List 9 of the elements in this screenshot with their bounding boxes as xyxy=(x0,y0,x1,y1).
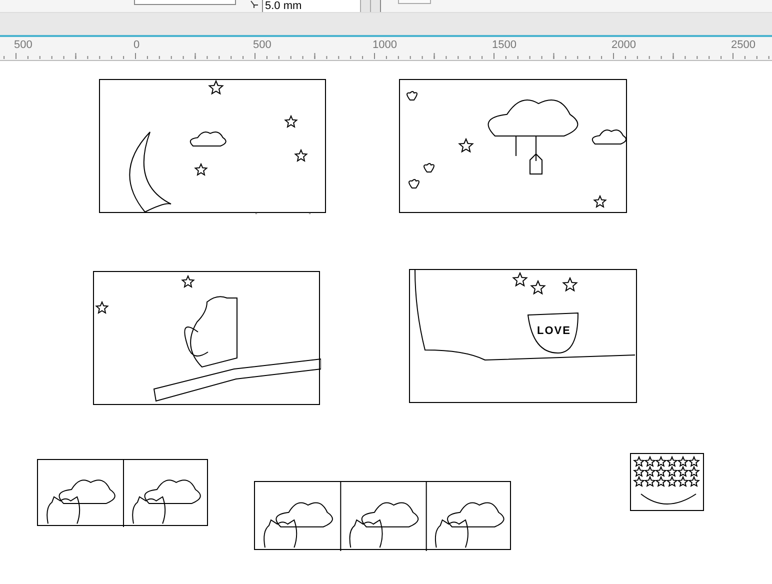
ruler-label: 2000 xyxy=(612,39,636,51)
ruler-label: 1500 xyxy=(492,39,516,51)
ruler-label: 500 xyxy=(14,39,32,51)
ruler-label: 1000 xyxy=(372,39,397,51)
offset-field[interactable]: 5.0 mm xyxy=(262,0,381,12)
ruler-label: 0 xyxy=(134,39,140,51)
ruler-label: 2500 xyxy=(731,39,756,51)
ruler-label: 500 xyxy=(253,39,272,51)
love-text: LOVE xyxy=(537,325,571,337)
